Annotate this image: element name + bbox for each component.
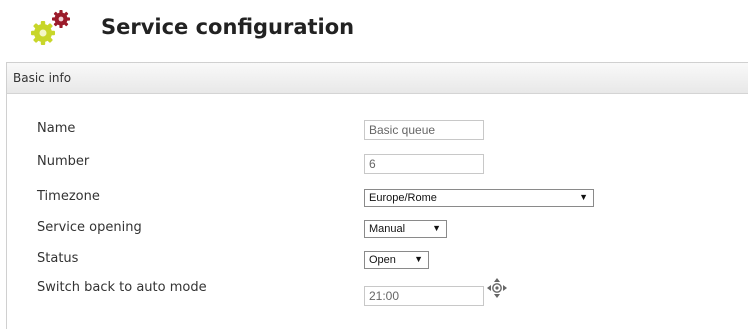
chevron-down-icon: ▼ (579, 192, 588, 202)
switch-back-time-input[interactable] (364, 286, 484, 306)
service-opening-label: Service opening (37, 220, 142, 235)
switch-back-row: Switch back to auto mode (7, 277, 747, 306)
timezone-select-value: Europe/Rome (369, 192, 437, 204)
chevron-down-icon: ▼ (414, 254, 423, 264)
status-row: Status Open ▼ (7, 251, 747, 277)
status-select-value: Open (369, 254, 396, 266)
panel-title: Basic info (13, 71, 72, 85)
name-label: Name (37, 121, 76, 136)
number-row: Number (7, 154, 747, 180)
name-row: Name (7, 120, 747, 147)
move-arrows-icon[interactable] (486, 277, 508, 299)
status-label: Status (37, 251, 79, 266)
page-header: Service configuration (0, 0, 748, 56)
number-label: Number (37, 154, 90, 169)
timezone-label: Timezone (37, 189, 100, 204)
service-opening-row: Service opening Manual ▼ (7, 220, 747, 246)
page-title: Service configuration (101, 15, 355, 39)
switch-back-label: Switch back to auto mode (37, 280, 207, 295)
basic-info-panel: Basic info Name Number Timezone Europe/R… (6, 62, 748, 329)
timezone-select[interactable]: Europe/Rome ▼ (364, 189, 594, 207)
panel-header: Basic info (7, 63, 748, 94)
timezone-row: Timezone Europe/Rome ▼ (7, 189, 747, 215)
chevron-down-icon: ▼ (432, 223, 441, 233)
number-input[interactable] (364, 154, 484, 174)
service-opening-select[interactable]: Manual ▼ (364, 220, 447, 238)
gears-icon (31, 10, 70, 45)
name-input[interactable] (364, 120, 484, 140)
service-opening-select-value: Manual (369, 223, 406, 235)
status-select[interactable]: Open ▼ (364, 251, 429, 269)
